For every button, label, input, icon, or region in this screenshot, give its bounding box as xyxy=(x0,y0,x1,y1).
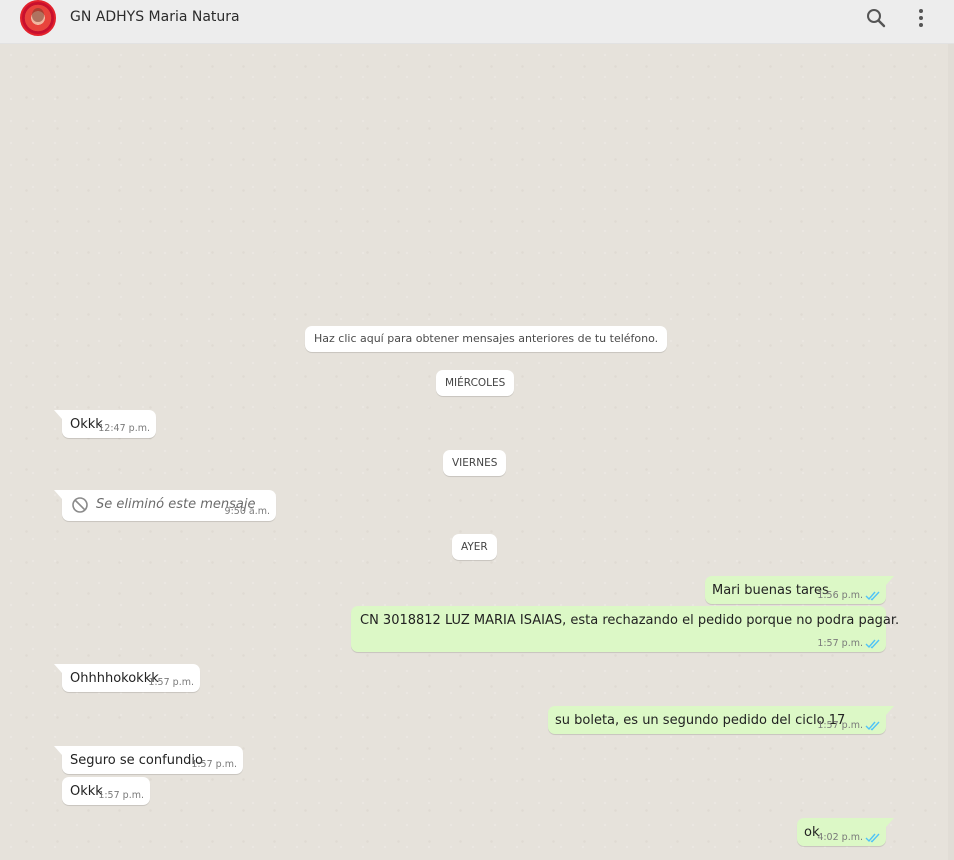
message-list[interactable]: Haz clic aquí para obtener mensajes ante… xyxy=(0,44,954,860)
day-separator-friday: VIERNES xyxy=(443,450,507,476)
day-separator-yesterday: AYER xyxy=(452,534,497,560)
message-text: su boleta, es un segundo pedido del cicl… xyxy=(555,713,846,728)
message-bubble[interactable]: Mari buenas tares 1:56 p.m. xyxy=(705,576,894,604)
message-text: Seguro se confundio xyxy=(70,753,204,768)
message-time: 9:50 a.m. xyxy=(224,506,270,517)
load-older-messages-button[interactable]: Haz clic aquí para obtener mensajes ante… xyxy=(305,326,668,352)
message-time: 1:56 p.m. xyxy=(817,590,863,601)
message-bubble[interactable]: Seguro se confundio 1:57 p.m. xyxy=(54,746,243,774)
more-vertical-icon[interactable] xyxy=(909,6,933,30)
message-text: CN 3018812 LUZ MARIA ISAIAS, esta rechaz… xyxy=(360,613,900,628)
contact-name[interactable]: GN ADHYS Maria Natura xyxy=(70,9,240,25)
chat-header: GN ADHYS Maria Natura xyxy=(0,0,954,44)
search-icon[interactable] xyxy=(864,6,888,30)
message-time: 1:57 p.m. xyxy=(98,790,144,801)
deleted-message-bubble[interactable]: Se eliminó este mensaje 9:50 a.m. xyxy=(54,490,276,521)
message-bubble[interactable]: Ohhhhokokkk 1:57 p.m. xyxy=(54,664,200,692)
read-ticks-icon xyxy=(865,721,880,731)
message-time: 1:57 p.m. xyxy=(817,638,863,649)
message-bubble[interactable]: su boleta, es un segundo pedido del cicl… xyxy=(548,706,894,734)
message-time: 4:02 p.m. xyxy=(817,832,863,843)
day-separator-wednesday: MIÉRCOLES xyxy=(436,370,515,396)
blocked-icon xyxy=(71,496,89,514)
message-time: 1:57 p.m. xyxy=(148,677,194,688)
message-bubble[interactable]: Okkk 1:57 p.m. xyxy=(62,777,150,805)
message-time: 1:57 p.m. xyxy=(191,759,237,770)
read-ticks-icon xyxy=(865,639,880,649)
message-text: Mari buenas tares xyxy=(712,583,829,598)
message-time: 12:47 p.m. xyxy=(98,423,150,434)
contact-avatar[interactable] xyxy=(20,0,56,36)
message-bubble[interactable]: CN 3018812 LUZ MARIA ISAIAS, esta rechaz… xyxy=(351,606,899,652)
message-bubble[interactable]: ok 4:02 p.m. xyxy=(797,818,894,846)
message-bubble[interactable]: Okkk 12:47 p.m. xyxy=(54,410,156,438)
read-ticks-icon xyxy=(865,591,880,601)
read-ticks-icon xyxy=(865,833,880,843)
scrollbar[interactable] xyxy=(948,44,954,860)
message-text: Ohhhhokokkk xyxy=(70,671,159,686)
message-time: 1:57 p.m. xyxy=(817,720,863,731)
